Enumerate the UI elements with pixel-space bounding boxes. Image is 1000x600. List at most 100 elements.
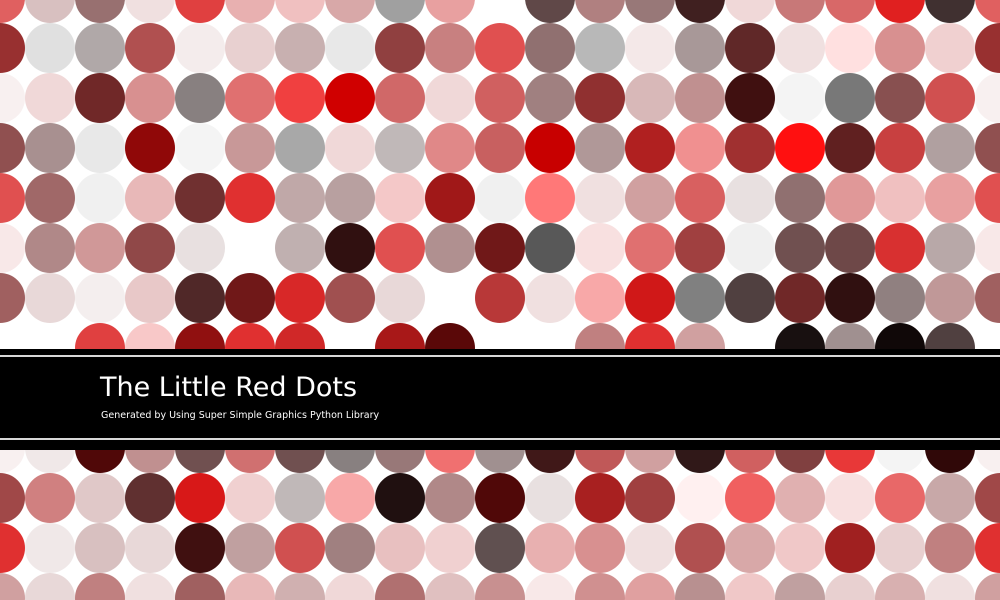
dot (475, 273, 525, 323)
dot (925, 573, 975, 600)
dot (525, 273, 575, 323)
dot (0, 123, 25, 173)
dot (0, 573, 25, 600)
dot (75, 223, 125, 273)
dot (575, 523, 625, 573)
dot (75, 123, 125, 173)
dot (975, 0, 1000, 23)
dot (875, 73, 925, 123)
dot (625, 473, 675, 523)
banner-subtitle: Generated by Using Super Simple Graphics… (101, 410, 380, 421)
dot (25, 73, 75, 123)
dot (775, 123, 825, 173)
dot (75, 0, 125, 23)
dot (975, 73, 1000, 123)
dot (775, 23, 825, 73)
dot (275, 173, 325, 223)
dot (725, 73, 775, 123)
dot (775, 523, 825, 573)
dot (575, 173, 625, 223)
dot (225, 473, 275, 523)
dot (275, 223, 325, 273)
dot (425, 0, 475, 23)
dot (125, 573, 175, 600)
dot (925, 173, 975, 223)
dot (625, 523, 675, 573)
dot (875, 123, 925, 173)
dot (425, 523, 475, 573)
dot (375, 0, 425, 23)
dot (125, 23, 175, 73)
dot (525, 0, 575, 23)
dot (675, 223, 725, 273)
dot (725, 173, 775, 223)
dot (625, 173, 675, 223)
dot (275, 523, 325, 573)
dot (525, 173, 575, 223)
dot (375, 573, 425, 600)
dot (825, 73, 875, 123)
dot (875, 523, 925, 573)
dot (775, 0, 825, 23)
dot (575, 273, 625, 323)
dot (975, 173, 1000, 223)
dot (525, 123, 575, 173)
dot-grid (0, 0, 1000, 600)
dot (625, 73, 675, 123)
dot (275, 123, 325, 173)
dot (0, 223, 25, 273)
dot (675, 0, 725, 23)
dot (925, 473, 975, 523)
dot (775, 173, 825, 223)
dot (125, 523, 175, 573)
dot (975, 123, 1000, 173)
dot (75, 573, 125, 600)
dot (975, 473, 1000, 523)
dot (275, 73, 325, 123)
title-banner: The Little Red Dots Generated by Using S… (0, 349, 1000, 450)
dot (575, 123, 625, 173)
dot (475, 523, 525, 573)
dot (325, 573, 375, 600)
dot (325, 173, 375, 223)
dot (475, 173, 525, 223)
dot (775, 473, 825, 523)
dot (125, 223, 175, 273)
dot (575, 473, 625, 523)
dot (775, 223, 825, 273)
dot (825, 273, 875, 323)
dot (325, 223, 375, 273)
dot (625, 23, 675, 73)
dot (725, 573, 775, 600)
dot (625, 223, 675, 273)
dot (575, 73, 625, 123)
dot (775, 573, 825, 600)
dot (375, 173, 425, 223)
dot (75, 73, 125, 123)
dot (675, 473, 725, 523)
dot (625, 573, 675, 600)
dot (425, 123, 475, 173)
dot (475, 0, 525, 23)
dot (225, 123, 275, 173)
dot (325, 123, 375, 173)
dot (925, 223, 975, 273)
dot (375, 273, 425, 323)
dot (875, 173, 925, 223)
dot (725, 473, 775, 523)
dot (225, 223, 275, 273)
dot (525, 573, 575, 600)
dot (675, 123, 725, 173)
dot (575, 573, 625, 600)
dot (675, 73, 725, 123)
dot (0, 23, 25, 73)
dot (975, 573, 1000, 600)
dot (25, 23, 75, 73)
dot (75, 23, 125, 73)
dot (925, 273, 975, 323)
dot (75, 473, 125, 523)
dot (125, 173, 175, 223)
dot (875, 23, 925, 73)
dot (875, 223, 925, 273)
dot (675, 273, 725, 323)
